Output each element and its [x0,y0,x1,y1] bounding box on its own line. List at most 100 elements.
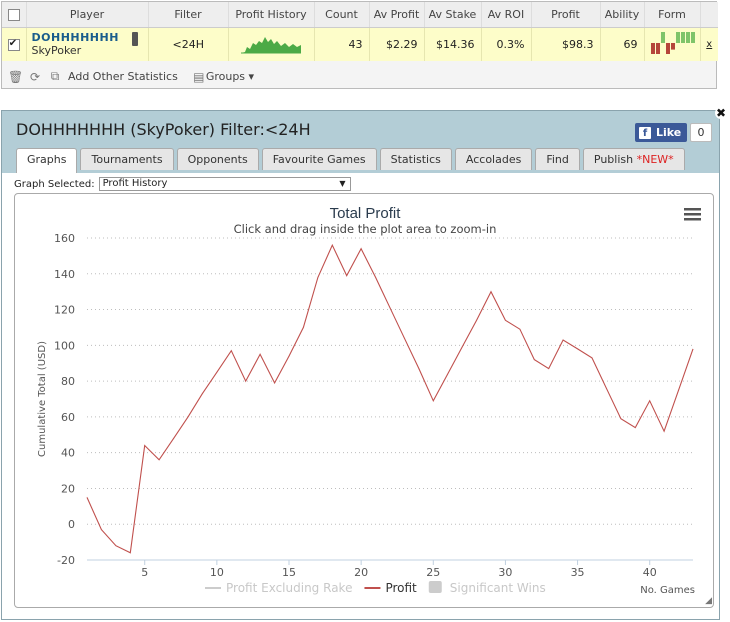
form-bar [676,31,680,43]
data-point[interactable] [273,381,276,384]
select-all-checkbox[interactable] [7,8,20,21]
data-point[interactable] [187,415,190,418]
count-cell: 43 [314,27,370,61]
data-point[interactable] [562,338,565,341]
data-point[interactable] [605,387,608,390]
data-point[interactable] [360,247,363,250]
data-point[interactable] [230,349,233,352]
sparkline-icon[interactable] [241,31,301,55]
data-point[interactable] [374,276,377,279]
data-point[interactable] [692,347,695,350]
x-tick-label: 30 [498,566,512,579]
data-point[interactable] [100,528,103,531]
form-bar [671,42,675,50]
av-profit-cell: $2.29 [369,27,425,61]
data-point[interactable] [677,389,680,392]
tab-publish[interactable]: Publish *NEW* [582,148,685,170]
profit-history-sparkline[interactable] [228,27,315,61]
header-profit[interactable]: Profit [531,2,601,28]
data-point[interactable] [158,458,161,461]
header-av-stake[interactable]: Av Stake [424,2,482,28]
resize-handle-icon[interactable]: ◢ [705,596,712,606]
player-cell[interactable]: DOHHHHHHH SkyPoker [26,27,149,61]
row-checkbox[interactable] [7,38,20,51]
row-select-cell[interactable] [2,27,27,61]
data-point[interactable] [547,367,550,370]
legend-item-profit-excluding-rake[interactable]: Profit Excluding Rake [205,581,352,595]
facebook-like-button[interactable]: f Like [635,123,688,142]
tab-statistics[interactable]: Statistics [379,148,452,170]
header-profit-history[interactable]: Profit History [228,2,315,28]
groups-icon[interactable]: ▤ [192,70,206,84]
data-point[interactable] [533,358,536,361]
header-filter[interactable]: Filter [148,2,229,28]
data-point[interactable] [663,430,666,433]
data-point[interactable] [215,371,218,374]
remove-row-button[interactable]: x [700,27,718,61]
data-point[interactable] [129,551,132,554]
data-point[interactable] [518,328,521,331]
data-point[interactable] [114,544,117,547]
data-point[interactable] [576,347,579,350]
tab-favourite-games[interactable]: Favourite Games [261,148,377,170]
tab-graphs[interactable]: Graphs [16,148,78,173]
graph-select-row: Graph Selected: Profit History ▼ [14,177,351,191]
filter-cell: <24H [148,27,229,61]
trash-icon[interactable]: 🗑 [8,70,23,84]
data-point[interactable] [475,319,478,322]
like-count: 0 [690,123,712,142]
select-all-header[interactable] [2,2,27,28]
data-point[interactable] [417,367,420,370]
data-point[interactable] [648,399,651,402]
header-av-roi[interactable]: Av ROI [481,2,532,28]
chart-container[interactable]: Total Profit Click and drag inside the pl… [14,193,714,608]
data-point[interactable] [490,290,493,293]
header-av-profit[interactable]: Av Profit [369,2,425,28]
data-point[interactable] [461,346,464,349]
header-ability[interactable]: Ability [600,2,645,28]
x-tick-label: 25 [426,566,440,579]
header-count[interactable]: Count [314,2,370,28]
data-point[interactable] [316,276,319,279]
groups-dropdown[interactable]: Groups ▾ [206,70,254,83]
data-point[interactable] [403,337,406,340]
series-line-profit[interactable] [86,243,694,554]
legend-item-profit[interactable]: Profit [364,581,417,595]
data-point[interactable] [634,426,637,429]
data-point[interactable] [288,355,291,358]
tab-accolades[interactable]: Accolades [454,148,533,170]
data-point[interactable] [331,244,334,247]
tab-tournaments[interactable]: Tournaments [80,148,174,170]
data-point[interactable] [591,356,594,359]
data-point[interactable] [619,417,622,420]
table-row[interactable]: DOHHHHHHH SkyPoker <24H 43 $2.29 $14.36 … [2,27,718,61]
data-point[interactable] [201,392,204,395]
add-other-statistics-link[interactable]: Add Other Statistics [68,70,178,83]
data-point[interactable] [345,274,348,277]
data-point[interactable] [172,437,175,440]
data-point[interactable] [504,319,507,322]
add-stats-icon[interactable]: ⧉ [48,69,62,84]
header-form[interactable]: Form [644,2,701,28]
player-tag-icon[interactable] [131,31,138,46]
player-site: SkyPoker [31,44,82,58]
data-point[interactable] [432,399,435,402]
data-point[interactable] [302,326,305,329]
data-point[interactable] [389,306,392,309]
header-player[interactable]: Player [26,2,149,28]
close-icon[interactable]: ✖ [715,107,727,119]
data-point[interactable] [244,380,247,383]
profit-chart[interactable]: Total ProfitClick and drag inside the pl… [15,194,715,609]
tab-opponents[interactable]: Opponents [176,148,259,170]
player-name[interactable]: DOHHHHHHH [32,31,142,44]
data-point[interactable] [86,496,89,499]
data-point[interactable] [446,372,449,375]
graph-select[interactable]: Profit History ▼ [98,177,351,191]
data-point[interactable] [259,353,262,356]
data-point[interactable] [143,444,146,447]
tab-find[interactable]: Find [535,148,580,170]
chart-menu-icon[interactable] [684,208,701,221]
legend-item-significant-wins[interactable]: Significant Wins [428,581,546,595]
dropdown-arrow-icon: ▼ [339,179,346,188]
refresh-icon[interactable]: ⟳ [28,70,42,84]
